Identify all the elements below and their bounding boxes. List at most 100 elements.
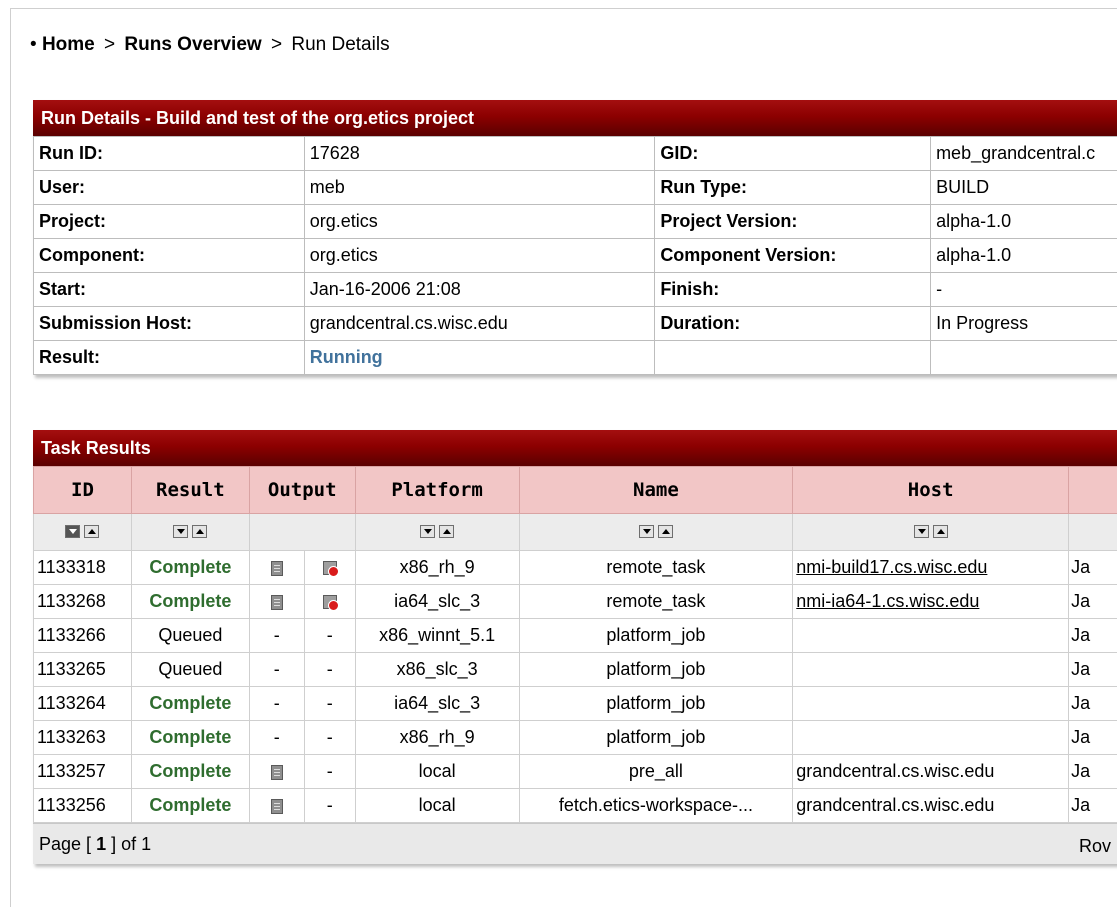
sort-cell-platform <box>354 513 520 551</box>
sort-descending-icon[interactable] <box>173 525 189 539</box>
page-prefix: Page [ <box>39 834 92 854</box>
table-row: 1133256 Complete - local fetch.etics-wor… <box>33 788 1117 823</box>
output-log-cell <box>248 754 305 789</box>
task-host <box>792 652 1070 687</box>
column-header-date[interactable] <box>1068 466 1117 514</box>
output-log-cell: - <box>248 652 305 687</box>
start-label: Start: <box>33 272 305 307</box>
sort-cell-date <box>1068 513 1117 551</box>
output-log-icon[interactable] <box>270 798 283 814</box>
component-version-value: alpha-1.0 <box>930 238 1117 273</box>
task-name: remote_task <box>518 584 794 619</box>
column-header-id[interactable]: ID <box>33 466 132 514</box>
output-error-cell <box>303 550 356 585</box>
run-id-value: 17628 <box>303 136 656 171</box>
details-row: Start: Jan-16-2006 21:08 Finish: - <box>33 272 1117 307</box>
breadcrumb-runs-overview-link[interactable]: Runs Overview <box>124 34 261 55</box>
column-header-platform[interactable]: Platform <box>354 466 520 514</box>
task-host <box>792 618 1070 653</box>
column-header-host[interactable]: Host <box>792 466 1070 514</box>
run-details-panel: Run Details - Build and test of the org.… <box>33 100 1117 375</box>
column-header-name[interactable]: Name <box>518 466 794 514</box>
run-details-title: Run Details - Build and test of the org.… <box>33 100 1117 136</box>
submission-host-value: grandcentral.cs.wisc.edu <box>303 306 656 341</box>
run-type-value: BUILD <box>930 170 1117 205</box>
user-value: meb <box>303 170 656 205</box>
output-error-cell <box>303 584 356 619</box>
breadcrumb-home-link[interactable]: Home <box>42 34 95 55</box>
component-value: org.etics <box>303 238 656 273</box>
table-row: 1133263 Complete - - x86_rh_9 platform_j… <box>33 720 1117 755</box>
sort-ascending-icon[interactable] <box>84 525 100 539</box>
finish-label: Finish: <box>654 272 932 307</box>
output-log-icon[interactable] <box>270 594 283 610</box>
task-result: Complete <box>130 686 250 721</box>
table-row: 1133264 Complete - - ia64_slc_3 platform… <box>33 686 1117 721</box>
breadcrumb: • Home > Runs Overview > Run Details <box>30 34 390 56</box>
output-log-cell: - <box>248 686 305 721</box>
user-label: User: <box>33 170 305 205</box>
task-date: Ja <box>1068 754 1117 789</box>
task-host-cell: nmi-ia64-1.cs.wisc.edu <box>792 584 1070 619</box>
current-page[interactable]: 1 <box>96 834 106 854</box>
breadcrumb-bullet: • <box>30 34 37 55</box>
component-version-label: Component Version: <box>654 238 932 273</box>
breadcrumb-current: Run Details <box>291 34 390 55</box>
duration-value: In Progress <box>930 306 1117 341</box>
task-host: grandcentral.cs.wisc.edu <box>792 788 1070 823</box>
output-error-cell: - <box>303 720 356 755</box>
task-result: Queued <box>130 618 250 653</box>
task-platform: x86_rh_9 <box>354 720 520 755</box>
task-id: 1133318 <box>33 550 132 585</box>
task-result: Complete <box>130 550 250 585</box>
sort-descending-icon[interactable] <box>420 525 436 539</box>
task-host <box>792 720 1070 755</box>
output-log-icon[interactable] <box>270 560 283 576</box>
task-results-panel: Task Results ID Result Output Platform N… <box>33 430 1117 864</box>
sort-ascending-icon[interactable] <box>657 525 673 539</box>
error-log-icon[interactable] <box>322 595 339 612</box>
column-header-result[interactable]: Result <box>130 466 250 514</box>
breadcrumb-separator: > <box>270 34 283 55</box>
sort-ascending-icon[interactable] <box>932 525 948 539</box>
task-date: Ja <box>1068 550 1117 585</box>
output-log-cell: - <box>248 618 305 653</box>
frame-top-border <box>10 8 1117 9</box>
task-name: pre_all <box>518 754 794 789</box>
table-row: 1133257 Complete - local pre_all grandce… <box>33 754 1117 789</box>
output-log-icon[interactable] <box>270 764 283 780</box>
details-row: Run ID: 17628 GID: meb_grandcentral.c <box>33 136 1117 171</box>
result-label: Result: <box>33 340 305 375</box>
sort-row <box>33 513 1117 551</box>
sort-cell-output <box>248 513 356 551</box>
task-host-link[interactable]: nmi-build17.cs.wisc.edu <box>796 557 987 577</box>
run-type-label: Run Type: <box>654 170 932 205</box>
task-host-link[interactable]: nmi-ia64-1.cs.wisc.edu <box>796 591 979 611</box>
submission-host-label: Submission Host: <box>33 306 305 341</box>
project-version-value: alpha-1.0 <box>930 204 1117 239</box>
duration-label: Duration: <box>654 306 932 341</box>
task-date: Ja <box>1068 584 1117 619</box>
output-log-cell <box>248 550 305 585</box>
sort-ascending-icon[interactable] <box>192 525 208 539</box>
pagination-bar: Page [ 1 ] of 1 Rov <box>33 823 1117 864</box>
details-row: Submission Host: grandcentral.cs.wisc.ed… <box>33 306 1117 341</box>
empty-cell <box>930 340 1117 375</box>
project-label: Project: <box>33 204 305 239</box>
task-result: Complete <box>130 788 250 823</box>
project-version-label: Project Version: <box>654 204 932 239</box>
task-result: Complete <box>130 720 250 755</box>
sort-descending-icon[interactable] <box>65 525 81 539</box>
project-value: org.etics <box>303 204 656 239</box>
sort-descending-icon[interactable] <box>638 525 654 539</box>
error-log-icon[interactable] <box>322 561 339 578</box>
task-results-table: ID Result Output Platform Name Host 1133… <box>33 466 1117 823</box>
task-platform: ia64_slc_3 <box>354 686 520 721</box>
task-platform: x86_winnt_5.1 <box>354 618 520 653</box>
run-details-table: Run ID: 17628 GID: meb_grandcentral.c Us… <box>33 136 1117 375</box>
task-date: Ja <box>1068 686 1117 721</box>
task-platform: ia64_slc_3 <box>354 584 520 619</box>
table-row: 1133318 Complete x86_rh_9 remote_task nm… <box>33 550 1117 585</box>
sort-ascending-icon[interactable] <box>439 525 455 539</box>
sort-descending-icon[interactable] <box>913 525 929 539</box>
